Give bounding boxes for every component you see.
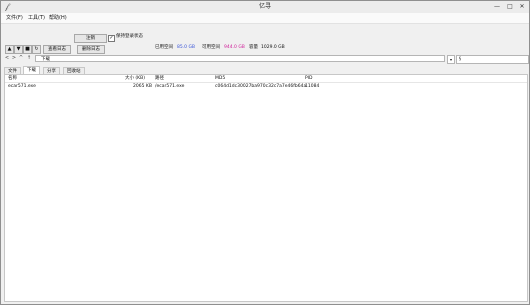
- maximize-button[interactable]: □: [504, 1, 516, 12]
- stop-button[interactable]: ■: [23, 45, 32, 54]
- used-space-label: 已用空间: [155, 45, 173, 50]
- back-button[interactable]: <: [4, 55, 10, 62]
- view-log-button[interactable]: 查看日志: [43, 45, 71, 54]
- column-size[interactable]: 大小 (KB): [125, 75, 145, 82]
- list-header: 名称 大小 (KB) 路径 MD5 PID: [5, 75, 527, 83]
- cell-md5: c064d1dc30027ba970c32c7a7e46fb64a: [215, 84, 307, 89]
- remember-login-checkbox[interactable]: ✓: [108, 35, 115, 42]
- column-pid[interactable]: PID: [305, 75, 313, 82]
- menu-bar: 文件(F) 工具(T) 帮助(H): [1, 13, 529, 24]
- menu-tools[interactable]: 工具(T): [28, 13, 45, 23]
- move-down-button[interactable]: ▼: [14, 45, 23, 54]
- used-space-value: 85.0 GB: [177, 45, 196, 50]
- capacity-value: 1029.0 GB: [261, 45, 285, 50]
- logout-button[interactable]: 注销: [74, 34, 107, 43]
- free-space-value: 944.0 GB: [224, 45, 245, 50]
- free-space-label: 可用空间: [202, 45, 220, 50]
- folder-up-button[interactable]: ↑: [26, 55, 32, 62]
- app-window: 𝒻 亿寻 — □ ✕ 文件(F) 工具(T) 帮助(H) 注销 ✓ 保持登录状态…: [0, 0, 530, 305]
- column-name[interactable]: 名称: [8, 75, 17, 82]
- remember-login-label: 保持登录状态: [116, 34, 143, 39]
- minimize-button[interactable]: —: [491, 1, 503, 12]
- cell-pid: 11084: [305, 84, 320, 89]
- cell-size: 2065 KB: [133, 84, 152, 89]
- file-list[interactable]: 名称 大小 (KB) 路径 MD5 PID ecar571.exe 2065 K…: [4, 74, 528, 302]
- path-bar[interactable]: 下载: [35, 55, 445, 62]
- capacity-label: 容量: [249, 45, 258, 50]
- search-icon[interactable]: §: [457, 55, 463, 62]
- column-path[interactable]: 路径: [155, 75, 164, 82]
- menu-help[interactable]: 帮助(H): [49, 13, 67, 23]
- forward-button[interactable]: >: [11, 55, 17, 62]
- table-row[interactable]: ecar571.exe 2065 KB /ecar571.exe c064d1d…: [5, 83, 527, 90]
- cell-name: ecar571.exe: [8, 84, 36, 89]
- chevron-down-icon[interactable]: ^: [18, 55, 24, 62]
- refresh-button[interactable]: ↻: [32, 45, 41, 54]
- delete-log-button[interactable]: 删除日志: [77, 45, 105, 54]
- close-button[interactable]: ✕: [516, 1, 528, 12]
- search-input[interactable]: [456, 55, 529, 64]
- menu-file[interactable]: 文件(F): [6, 13, 23, 23]
- window-title: 亿寻: [258, 3, 271, 10]
- move-up-button[interactable]: ▲: [5, 45, 14, 54]
- cell-path: /ecar571.exe: [155, 84, 185, 89]
- path-dropdown-button[interactable]: ▾: [447, 55, 455, 64]
- column-md5[interactable]: MD5: [215, 75, 225, 82]
